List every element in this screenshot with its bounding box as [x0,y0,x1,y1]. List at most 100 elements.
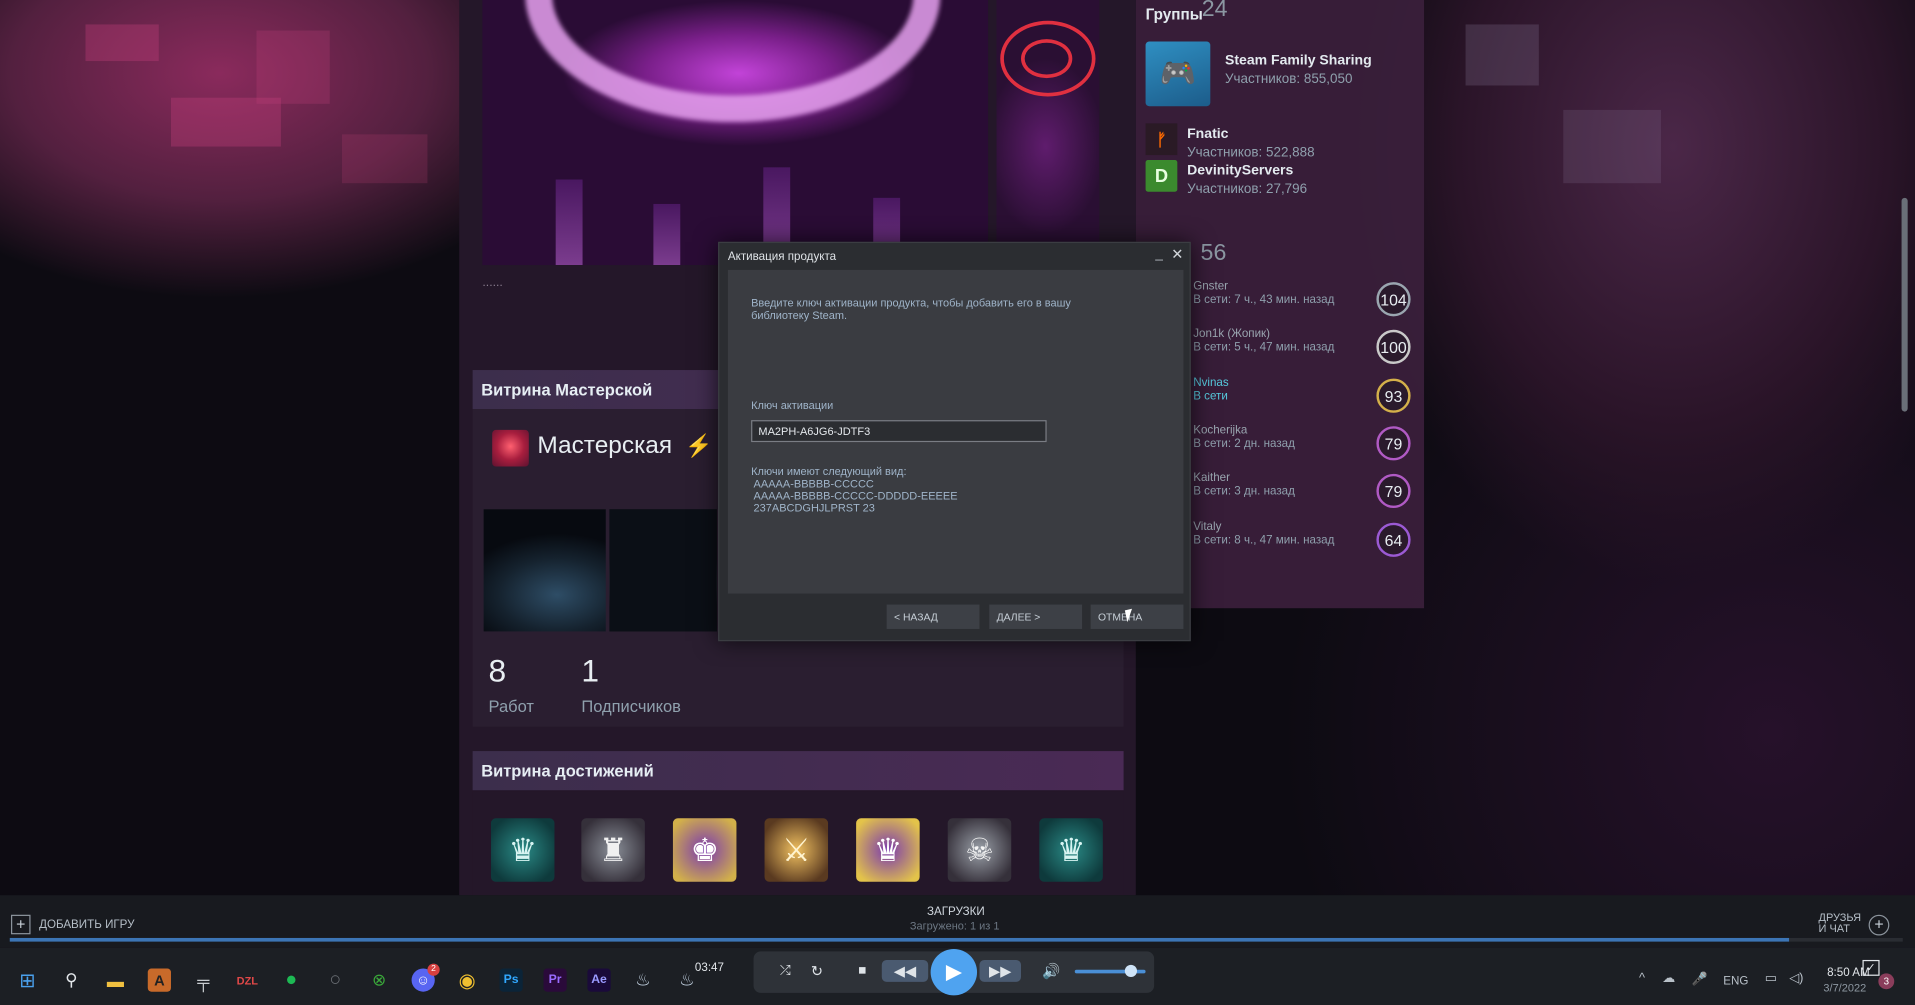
avatar[interactable] [492,429,529,467]
chrome-icon[interactable]: ◉ [456,968,479,991]
spotify-icon[interactable]: ● [280,968,303,991]
cloud-icon[interactable]: ☁ [1662,971,1675,986]
friend-status: В сети: 7 ч., 43 мин. назад [1193,293,1335,307]
screen: ...... Витрина Мастерской Мастерская ⚡ 8… [0,0,1915,1005]
artwork-showcase-image[interactable] [482,0,989,266]
workshop-subscribers-label: Подписчиков [581,697,681,716]
back-button[interactable]: < НАЗАД [886,604,980,629]
silver-crest-badge-icon[interactable]: ♜ [581,818,645,882]
minimize-icon[interactable]: _ [1155,247,1162,262]
key-format-example: AAAAA-BBBBB-CCCCC-DDDDD-EEEEE [753,489,958,502]
play-button[interactable]: ▶ [930,948,978,996]
dialog-title: Активация продукта [727,250,837,264]
purple-crest-badge-icon[interactable]: ♛ [856,818,920,882]
workshop-item-thumbnail[interactable] [483,509,606,632]
photoshop-icon[interactable]: Ps [499,968,523,992]
group-name[interactable]: Steam Family Sharing [1225,54,1372,69]
discord-badge: 2 [427,963,440,976]
friend-name[interactable]: Nvinas [1193,376,1228,389]
next-button[interactable]: ДАЛЕЕ > [989,604,1083,629]
gold-swords-badge-icon[interactable]: ⚔ [764,818,829,882]
xbox-icon[interactable]: ⊗ [368,968,391,991]
fnatic-logo-icon[interactable]: ᚠ [1145,123,1178,156]
search-icon[interactable]: ⚲ [60,968,83,991]
notification-icon[interactable]: ✓ [1862,959,1880,976]
friend-status: В сети: 2 дн. назад [1193,437,1295,451]
group-name[interactable]: DevinityServers [1187,164,1293,179]
chevron-up-icon[interactable]: ^ [1639,971,1645,986]
friend-level-badge: 93 [1376,378,1411,413]
volume-icon[interactable]: 🔊 [1042,962,1062,979]
friend-status: В сети [1193,389,1228,404]
artwork-side-image[interactable] [996,0,1100,245]
emerald-eagle-badge-icon[interactable]: ♛ [490,818,555,882]
app-a-icon[interactable]: A [147,968,171,992]
workshop-subscribers-count: 1 [581,652,600,689]
friends-count: 56 [1200,240,1227,267]
friend-name[interactable]: Jon1k (Жопик) [1193,327,1270,340]
microphone-icon[interactable]: 🎤 [1692,971,1708,987]
gun-app-icon[interactable]: ╤ [192,968,215,991]
network-icon[interactable]: ▭ [1765,971,1777,986]
player-time: 03:47 [694,961,724,975]
friend-level-badge: 64 [1376,522,1411,557]
friend-name[interactable]: Vitaly [1193,520,1221,533]
page-scrollbar[interactable] [1901,197,1908,412]
emerald-wings-badge-icon[interactable]: ♛ [1039,818,1103,882]
next-track-icon[interactable]: ▶▶ [979,959,1022,982]
after-effects-icon[interactable]: Ae [587,968,611,992]
silver-skull-badge-icon[interactable]: ☠ [947,818,1012,882]
workshop-items-count: 8 [488,652,507,689]
downloads-status: Загружено: 1 из 1 [909,919,1000,932]
close-icon[interactable]: ✕ [1171,245,1183,262]
friend-name[interactable]: Gnster [1193,280,1228,293]
add-friend-icon[interactable]: + [1868,914,1890,936]
group-name[interactable]: Fnatic [1187,127,1228,142]
product-activation-dialog: Активация продукта _ ✕ Введите ключ акти… [718,241,1191,642]
artwork-caption: ...... [482,276,503,290]
plus-icon[interactable]: + [10,914,31,935]
steam-icon[interactable]: ♨ [631,968,654,991]
cancel-button[interactable]: ОТМЕНА [1090,604,1184,629]
language-indicator[interactable]: ENG [1723,975,1748,988]
clock-date[interactable]: 3/7/2022 [1823,982,1866,994]
group-members: Участников: 522,888 [1187,145,1315,160]
activation-key-input[interactable] [751,420,1047,443]
key-format-example: AAAAA-BBBBB-CCCCC [753,477,874,490]
downloads-button[interactable]: ЗАГРУЗКИ [927,905,985,918]
shuffle-icon[interactable]: ⤮ [777,962,794,979]
friend-name[interactable]: Kaither [1193,471,1230,484]
friend-level-badge: 100 [1376,329,1411,364]
add-game-button[interactable]: ДОБАВИТЬ ИГРУ [39,918,134,931]
groups-label[interactable]: Группы [1146,6,1203,23]
previous-icon[interactable]: ◀◀ [881,959,929,982]
workshop-item-thumbnail[interactable] [609,509,717,632]
key-format-title: Ключи имеют следующий вид: [751,465,907,478]
notification-count: 3 [1878,973,1895,990]
friends-chat-button[interactable]: ДРУЗЬЯ И ЧАТ [1819,912,1862,934]
file-explorer-icon[interactable]: ▬ [104,968,127,991]
dzl-app-icon[interactable]: DZL [236,968,259,991]
lightning-icon: ⚡ [685,433,713,458]
stop-icon[interactable]: ■ [854,962,871,979]
key-format-example: 237ABCDGHJLPRST 23 [753,501,875,515]
workshop-title[interactable]: Мастерская [537,432,672,460]
achievements-section-header: Витрина достижений [472,751,1124,791]
speaker-icon[interactable]: ◁) [1789,971,1803,986]
friend-level-badge: 79 [1376,473,1411,509]
circle-app-icon[interactable]: ○ [324,968,347,991]
download-progress-bar [9,937,1790,942]
volume-knob[interactable] [1124,964,1138,978]
purple-crown-badge-icon[interactable]: ♚ [672,818,737,882]
windows-start-icon[interactable]: ⊞ [16,968,39,991]
friends-label-line2: И ЧАТ [1818,922,1850,935]
friend-status: В сети: 8 ч., 47 мин. назад [1193,533,1335,548]
groups-count: 24 [1201,0,1228,22]
premiere-icon[interactable]: Pr [543,968,567,992]
friend-name[interactable]: Kocherijka [1193,424,1247,437]
devinity-logo-icon[interactable]: D [1145,159,1178,192]
friend-level-badge: 79 [1376,426,1411,461]
repeat-icon[interactable]: ↻ [809,962,826,979]
gamepad-icon[interactable]: 🎮 [1145,41,1211,107]
group-members: Участников: 27,796 [1187,181,1308,197]
